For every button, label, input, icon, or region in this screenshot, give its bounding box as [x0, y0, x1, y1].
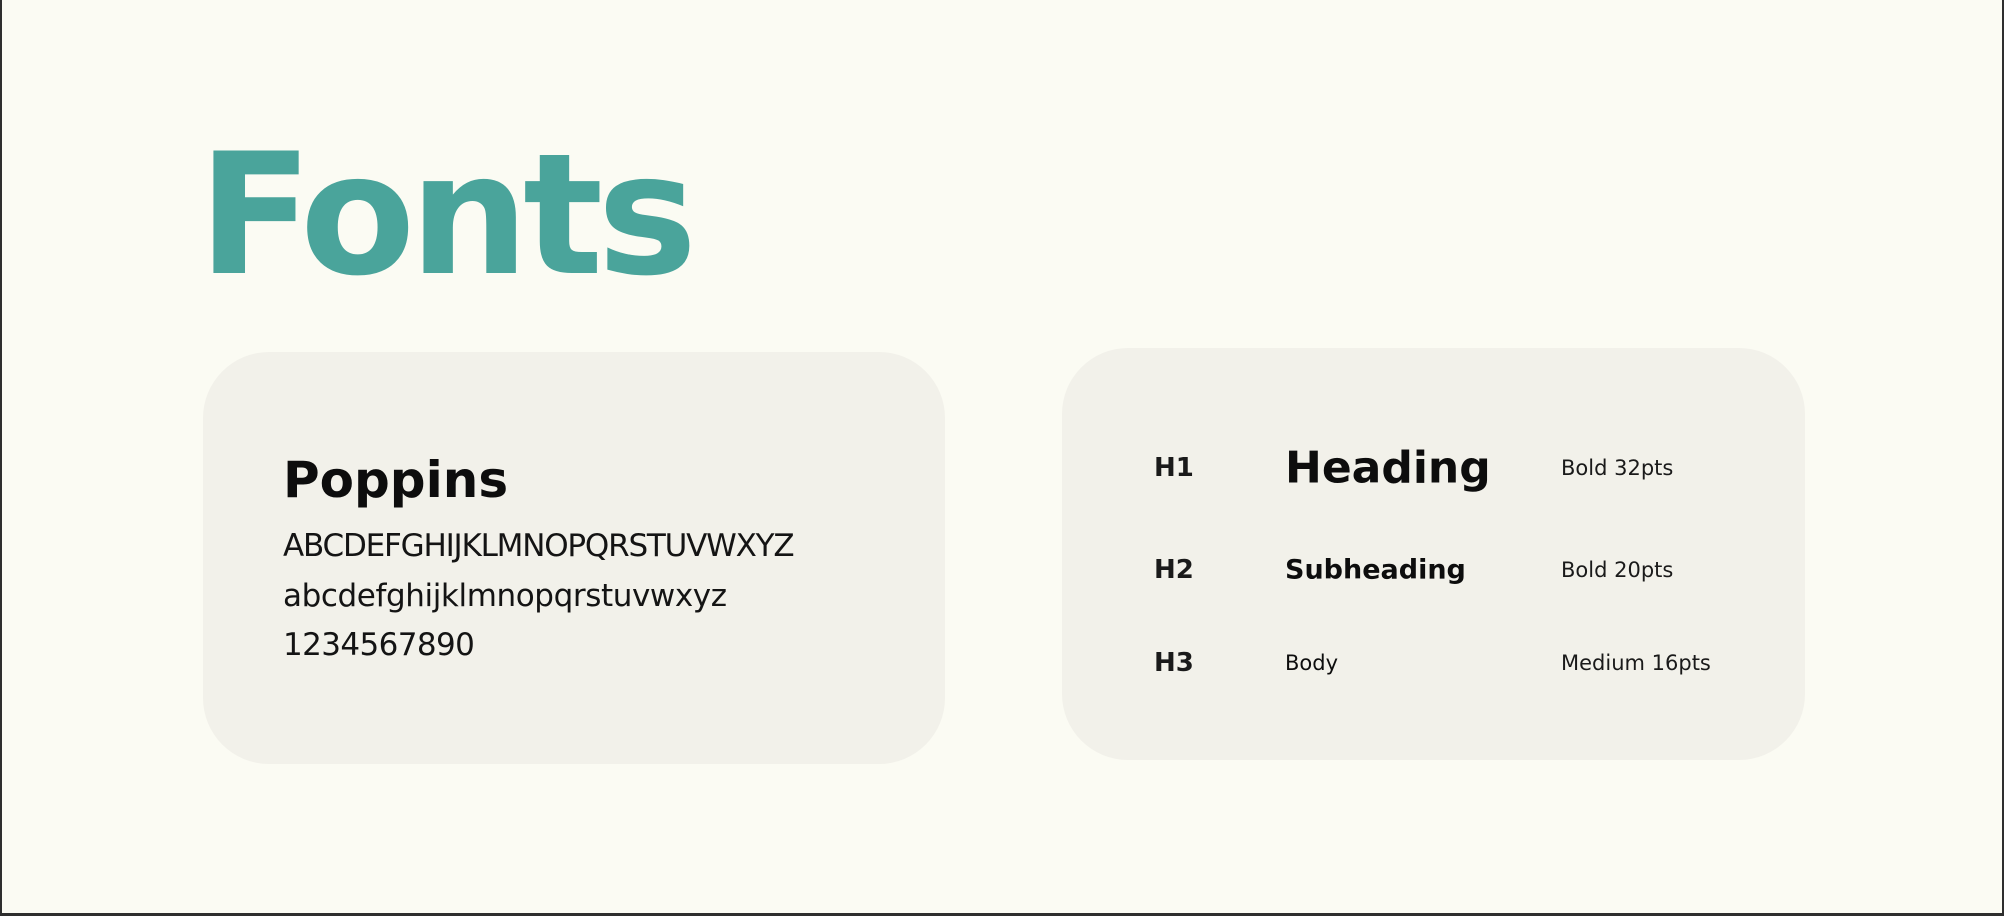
font-family-name: Poppins — [283, 451, 509, 509]
font-family-card: Poppins ABCDEFGHIJKLMNOPQRSTUVWXYZ abcde… — [203, 352, 945, 764]
body-sample: Body — [1285, 651, 1339, 675]
style-spec: Medium 16pts — [1561, 651, 1711, 675]
slide: Fonts Poppins ABCDEFGHIJKLMNOPQRSTUVWXYZ… — [0, 0, 2004, 916]
type-scale-row-h2: H2 Subheading Bold 20pts — [1062, 540, 1805, 600]
page-title: Fonts — [198, 117, 697, 313]
level-label: H1 — [1154, 453, 1194, 483]
uppercase-sample: ABCDEFGHIJKLMNOPQRSTUVWXYZ — [283, 528, 795, 564]
type-scale-card: H1 Heading Bold 32pts H2 Subheading Bold… — [1062, 348, 1805, 760]
style-spec: Bold 32pts — [1561, 456, 1674, 480]
digits-sample: 1234567890 — [283, 627, 475, 663]
type-scale-row-h1: H1 Heading Bold 32pts — [1062, 438, 1805, 498]
lowercase-sample: abcdefghijklmnopqrstuvwxyz — [283, 578, 727, 614]
level-label: H3 — [1154, 648, 1194, 678]
subheading-sample: Subheading — [1285, 554, 1466, 586]
level-label: H2 — [1154, 555, 1194, 585]
heading-sample: Heading — [1285, 442, 1491, 494]
type-scale-row-h3: H3 Body Medium 16pts — [1062, 633, 1805, 693]
style-spec: Bold 20pts — [1561, 558, 1674, 582]
